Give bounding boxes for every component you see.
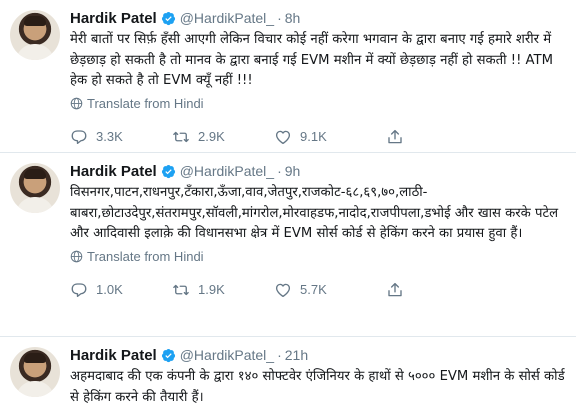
tweet-header: Hardik Patel @HardikPatel_ · 9h (70, 161, 568, 181)
translate-link[interactable]: Translate from Hindi (70, 96, 568, 111)
reply-button[interactable]: 1.0K (70, 281, 172, 299)
display-name[interactable]: Hardik Patel (70, 347, 157, 364)
like-button[interactable]: 9.1K (274, 128, 386, 146)
avatar[interactable] (10, 10, 60, 60)
user-handle[interactable]: @HardikPatel_ (180, 10, 274, 26)
share-icon (388, 129, 402, 143)
avatar[interactable] (10, 347, 60, 397)
share-icon (388, 282, 402, 296)
retweet-button[interactable]: 2.9K (172, 128, 274, 146)
tweet-feed: Hardik Patel @HardikPatel_ · 8h मेरी बात… (0, 0, 576, 409)
translate-label: Translate from Hindi (87, 95, 204, 111)
display-name[interactable]: Hardik Patel (70, 10, 157, 27)
heart-icon (275, 283, 291, 297)
verified-badge-icon (161, 164, 175, 178)
retweet-icon (173, 284, 189, 295)
tweet-header: Hardik Patel @HardikPatel_ · 21h (70, 345, 568, 365)
user-handle[interactable]: @HardikPatel_ (180, 163, 274, 179)
tweet-actions: 3.3K 2.9K 9.1K (70, 127, 568, 147)
like-button[interactable]: 5.7K (274, 281, 386, 299)
display-name[interactable]: Hardik Patel (70, 163, 157, 180)
reply-icon (71, 282, 87, 297)
reply-button[interactable]: 3.3K (70, 128, 172, 146)
translate-link[interactable]: Translate from Hindi (70, 249, 568, 264)
timestamp[interactable]: 21h (285, 347, 308, 363)
retweet-count: 1.9K (198, 282, 225, 297)
reply-icon (71, 129, 87, 144)
share-button[interactable] (386, 128, 488, 146)
tweet-text: विसनगर,पाटन,राधनपुर,टँकारा,ऊँजा,वाव,जेतप… (70, 185, 559, 241)
tweet-header: Hardik Patel @HardikPatel_ · 8h (70, 8, 568, 28)
like-count: 9.1K (300, 129, 327, 144)
tweet-text: मेरी बातों पर सिर्फ़ हँसी आएगी लेकिन विच… (70, 32, 553, 88)
like-count: 5.7K (300, 282, 327, 297)
translate-label: Translate from Hindi (87, 248, 204, 264)
separator-dot: · (277, 10, 282, 26)
tweet-text: अहमदाबाद की एक कंपनी के द्वारा १४० सोफ्ट… (70, 369, 565, 405)
timestamp[interactable]: 9h (285, 163, 301, 179)
globe-icon (70, 250, 83, 262)
timestamp[interactable]: 8h (285, 10, 301, 26)
reply-count: 3.3K (96, 129, 123, 144)
reply-count: 1.0K (96, 282, 123, 297)
retweet-icon (173, 131, 189, 142)
share-button[interactable] (386, 281, 488, 299)
avatar[interactable] (10, 163, 60, 213)
globe-icon (70, 97, 83, 109)
tweet-actions: 1.0K 1.9K 5.7K (70, 280, 568, 300)
user-handle[interactable]: @HardikPatel_ (180, 347, 274, 363)
tweet[interactable]: Hardik Patel @HardikPatel_ · 21h अहमदाबा… (0, 337, 576, 409)
separator-dot: · (277, 347, 282, 363)
tweet[interactable]: Hardik Patel @HardikPatel_ · 9h विसनगर,प… (0, 153, 576, 337)
verified-badge-icon (161, 11, 175, 25)
retweet-button[interactable]: 1.9K (172, 281, 274, 299)
retweet-count: 2.9K (198, 129, 225, 144)
tweet[interactable]: Hardik Patel @HardikPatel_ · 8h मेरी बात… (0, 0, 576, 153)
heart-icon (275, 130, 291, 144)
verified-badge-icon (161, 348, 175, 362)
separator-dot: · (277, 163, 282, 179)
